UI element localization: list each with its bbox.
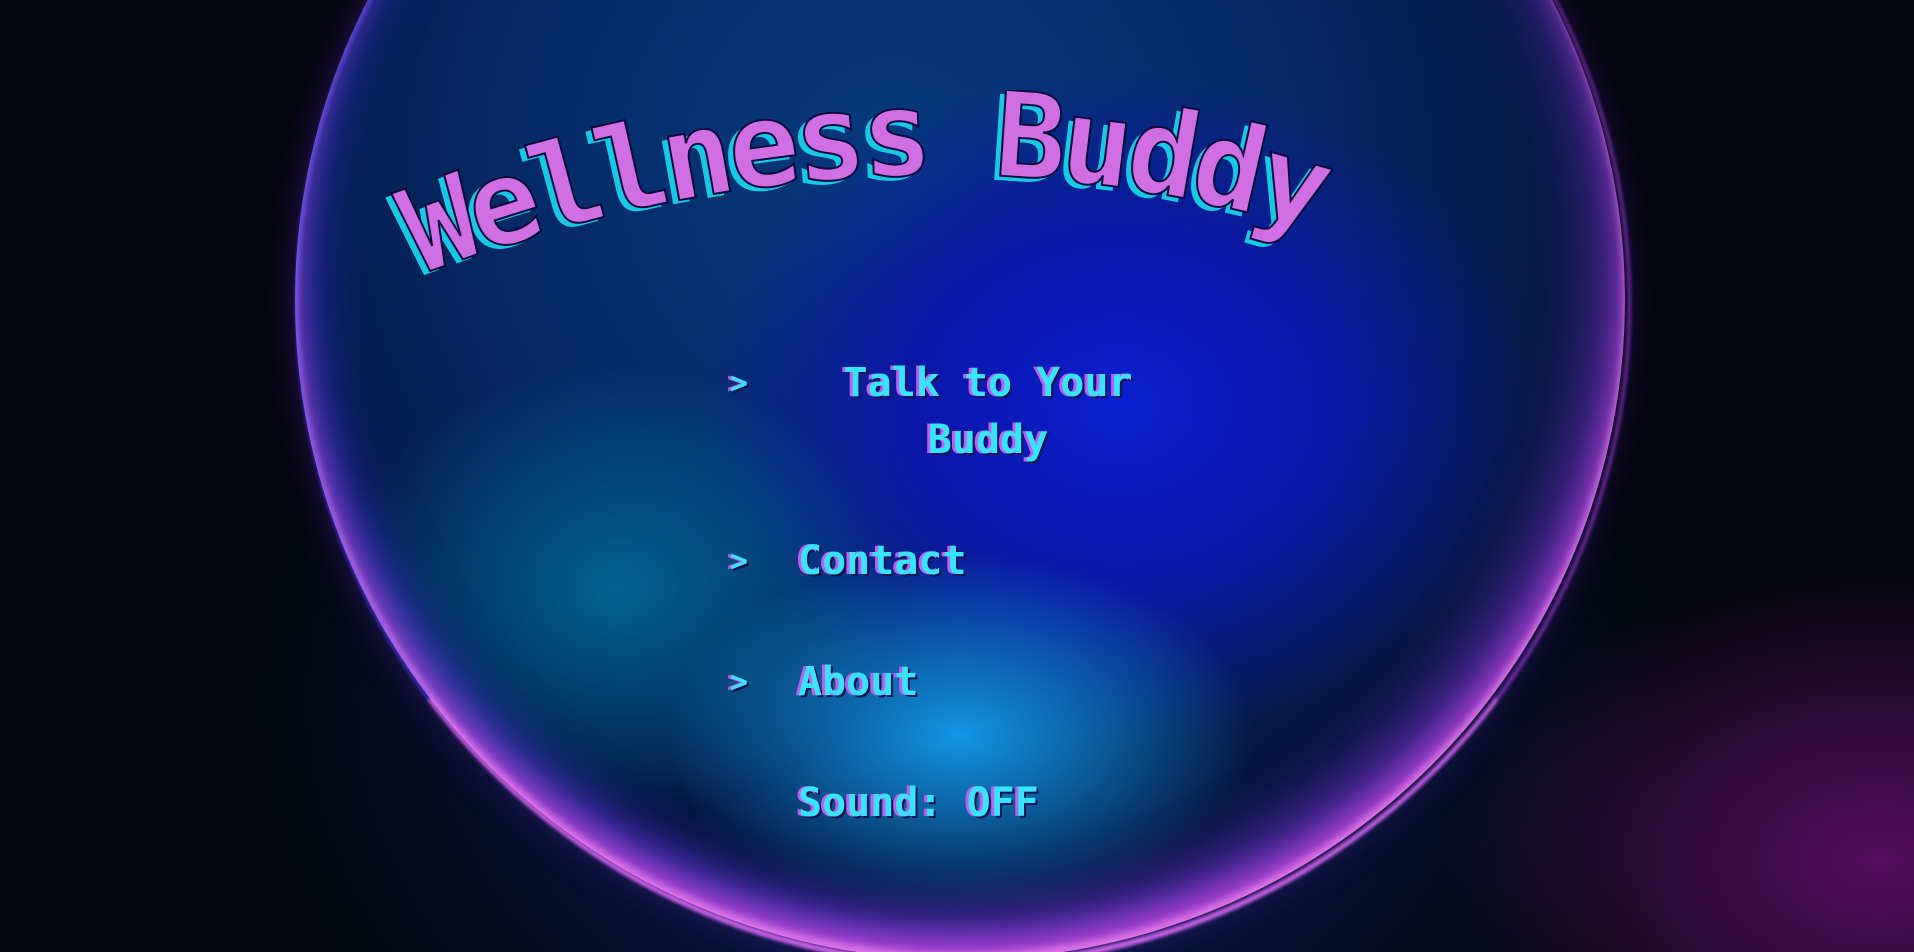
chevron-right-icon: > (730, 544, 749, 579)
menu-item-talk-to-buddy[interactable]: > Talk to Your Buddy (730, 355, 1230, 469)
main-screen: Wellness Buddy Wellness Buddy > Talk to … (0, 0, 1914, 952)
menu-item-about[interactable]: > About (730, 654, 1230, 711)
sound-toggle[interactable]: Sound: OFF (730, 775, 1230, 832)
menu-item-contact[interactable]: > Contact (730, 533, 1230, 590)
title-banner: Wellness Buddy Wellness Buddy (0, 90, 1914, 290)
title-svg: Wellness Buddy Wellness Buddy (377, 90, 1352, 290)
menu-item-label: Contact (798, 538, 967, 584)
sound-toggle-label: Sound: OFF (798, 780, 1039, 826)
menu-item-label: About (798, 659, 919, 705)
menu-item-label: Talk to Your Buddy (843, 360, 1133, 463)
main-menu: > Talk to Your Buddy > Contact > About S… (730, 355, 1230, 832)
chevron-right-icon: > (730, 665, 749, 700)
